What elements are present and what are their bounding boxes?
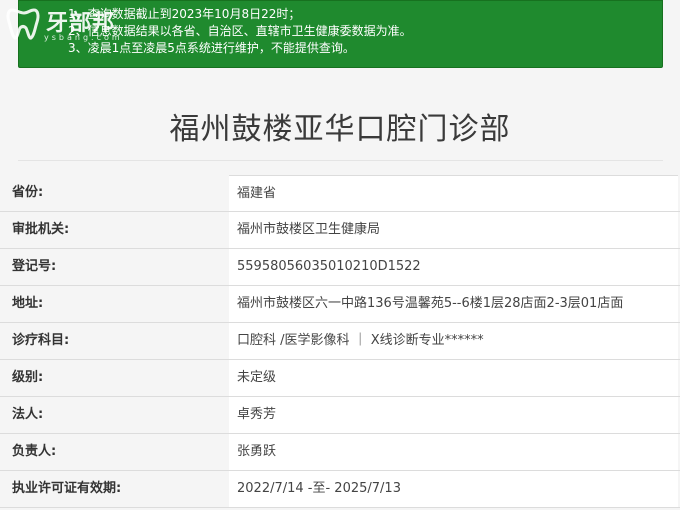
row-label: 负责人:	[12, 444, 57, 459]
row-label: 诊疗科目:	[12, 333, 70, 348]
row-label: 级别:	[12, 370, 44, 385]
info-row-approval-authority: 审批机关: 福州市鼓楼区卫生健康局	[0, 212, 680, 249]
page-title: 福州鼓楼亚华口腔门诊部	[169, 112, 511, 147]
info-row-departments: 诊疗科目: 口腔科 /医学影像科 ｜ X线诊断专业******	[0, 323, 680, 360]
row-label: 执业许可证有效期:	[12, 481, 122, 496]
row-value: 张勇跃	[229, 434, 678, 470]
info-row-person-in-charge: 负责人: 张勇跃	[0, 434, 680, 471]
info-row-registration-number: 登记号: 55958056035010210D1522	[0, 249, 680, 286]
row-value: 未定级	[229, 360, 678, 396]
row-label: 省份:	[12, 185, 44, 200]
clinic-info-table: 省份: 福建省 审批机关: 福州市鼓楼区卫生健康局 登记号: 559580560…	[0, 175, 680, 508]
row-value: 口腔科 /医学影像科 ｜ X线诊断专业******	[229, 323, 678, 359]
info-row-address: 地址: 福州市鼓楼区六一中路136号温馨苑5--6楼1层28店面2-3层01店面	[0, 286, 680, 323]
info-row-level: 级别: 未定级	[0, 360, 680, 397]
notice-line-1: 1、查询数据截止到2023年10月8日22时；	[68, 7, 301, 21]
notice-line-3: 3、凌晨1点至凌晨5点系统进行维护，不能提供查询。	[68, 41, 355, 55]
notice-line-2: 2、信息数据结果以各省、自治区、直辖市卫生健康委数据为准。	[68, 24, 412, 38]
row-value: 卓秀芳	[229, 397, 678, 433]
row-label: 地址:	[12, 296, 44, 311]
info-row-province: 省份: 福建省	[0, 175, 680, 212]
row-value: 55958056035010210D1522	[229, 249, 678, 285]
row-value: 2022/7/14 -至- 2025/7/13	[229, 471, 678, 507]
row-value: 福州市鼓楼区六一中路136号温馨苑5--6楼1层28店面2-3层01店面	[229, 286, 678, 322]
notice-banner: 1、查询数据截止到2023年10月8日22时； 2、信息数据结果以各省、自治区、…	[18, 0, 663, 68]
row-label: 登记号:	[12, 259, 57, 274]
title-divider	[18, 160, 663, 161]
info-row-license-validity: 执业许可证有效期: 2022/7/14 -至- 2025/7/13	[0, 471, 680, 508]
row-value: 福建省	[229, 175, 678, 211]
row-label: 审批机关:	[12, 222, 70, 237]
info-row-legal-person: 法人: 卓秀芳	[0, 397, 680, 434]
row-label: 法人:	[12, 407, 44, 422]
row-value: 福州市鼓楼区卫生健康局	[229, 212, 678, 248]
